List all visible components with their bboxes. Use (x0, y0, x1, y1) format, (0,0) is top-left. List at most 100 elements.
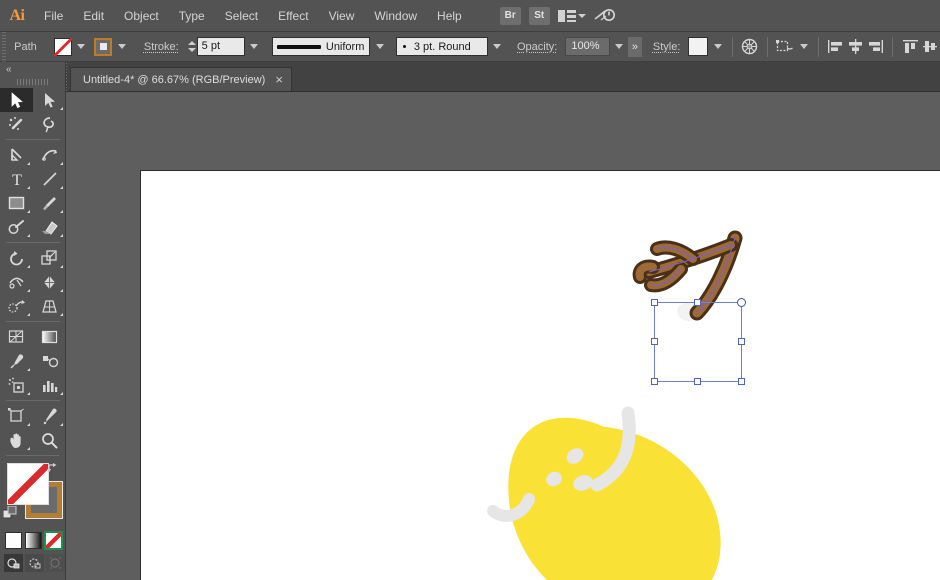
transform-icon[interactable] (775, 37, 795, 57)
brush-preview-icon (402, 45, 406, 48)
menu-help[interactable]: Help (427, 0, 472, 32)
none-button[interactable] (44, 531, 63, 550)
menu-effect[interactable]: Effect (268, 0, 318, 32)
stroke-weight-input[interactable]: 5 pt (196, 37, 245, 56)
type-tool[interactable]: T (0, 167, 33, 191)
opacity-input[interactable]: 100% (565, 37, 610, 56)
stroke-weight-label[interactable]: Stroke: (144, 41, 179, 53)
pen-tool[interactable] (0, 143, 33, 167)
shaper-tool[interactable] (0, 215, 33, 239)
fill-swatch[interactable] (53, 37, 73, 56)
style-label[interactable]: Style: (653, 41, 681, 53)
fill-dropdown-icon[interactable] (74, 38, 88, 56)
tools-panel: « T (0, 62, 66, 580)
direct-selection-tool[interactable] (33, 88, 66, 112)
stem-group[interactable] (632, 230, 743, 321)
brush-definition-dropdown-icon[interactable] (490, 38, 504, 56)
menu-bar: Ai File Edit Object Type Select Effect V… (0, 0, 940, 32)
close-icon[interactable]: × (275, 73, 283, 86)
stroke-profile-dropdown-icon[interactable] (372, 38, 386, 56)
mesh-tool[interactable] (0, 325, 33, 349)
stroke-swatch[interactable] (93, 37, 113, 56)
selection-type-label: Path (14, 40, 37, 53)
artboard[interactable] (140, 170, 940, 580)
menu-select[interactable]: Select (215, 0, 268, 32)
eraser-tool[interactable] (33, 215, 66, 239)
curvature-tool[interactable] (33, 143, 66, 167)
fill-stroke-controls (0, 462, 65, 528)
swap-fill-stroke-icon[interactable] (46, 462, 60, 480)
menu-file[interactable]: File (34, 0, 73, 32)
toolbar-grip[interactable] (15, 76, 50, 88)
lasso-tool[interactable] (33, 112, 66, 136)
default-fill-stroke-icon[interactable] (2, 505, 17, 525)
selection-tool[interactable] (0, 88, 33, 112)
brush-definition-select[interactable]: 3 pt. Round (395, 37, 488, 56)
blend-tool[interactable] (33, 349, 66, 373)
align-top-icon[interactable] (900, 37, 920, 57)
rectangle-tool[interactable] (0, 191, 33, 215)
illustrator-window: Ai File Edit Object Type Select Effect V… (0, 0, 940, 580)
control-bar-grip[interactable] (0, 31, 9, 62)
stroke-weight-stepper[interactable] (187, 38, 197, 56)
fill-color-swatch[interactable] (8, 464, 48, 504)
transform-dropdown-icon[interactable] (796, 38, 810, 56)
collapse-toolbar-icon[interactable]: « (0, 62, 65, 76)
draw-inside-button[interactable] (46, 554, 65, 572)
stroke-dropdown-icon[interactable] (114, 38, 128, 56)
menu-type[interactable]: Type (169, 0, 215, 32)
document-tab-strip: Untitled-4* @ 66.67% (RGB/Preview) × (0, 61, 940, 92)
document-tab[interactable]: Untitled-4* @ 66.67% (RGB/Preview) × (70, 67, 292, 91)
profile-preview-icon (276, 44, 321, 49)
scale-tool[interactable] (33, 246, 66, 270)
style-dropdown-icon[interactable] (710, 38, 724, 56)
align-vertical-center-icon[interactable] (920, 37, 940, 57)
magic-wand-tool[interactable] (0, 112, 33, 136)
paintbrush-tool[interactable] (33, 191, 66, 215)
align-horizontal-center-icon[interactable] (846, 37, 866, 57)
draw-normal-button[interactable] (4, 554, 23, 572)
canvas-area[interactable] (66, 92, 940, 580)
align-left-icon[interactable] (826, 37, 846, 57)
menu-object[interactable]: Object (114, 0, 169, 32)
search-adobe-stock-icon[interactable] (594, 7, 616, 25)
menu-view[interactable]: View (319, 0, 365, 32)
slice-tool[interactable] (33, 404, 66, 428)
lemon-artwork[interactable] (141, 171, 940, 580)
gradient-button[interactable] (25, 532, 42, 549)
chevron-down-icon (577, 13, 586, 18)
hand-tool[interactable] (0, 428, 33, 452)
rotate-tool[interactable] (0, 246, 33, 270)
stroke-profile-select[interactable]: Uniform (271, 37, 371, 56)
opacity-more-button[interactable]: » (628, 36, 642, 57)
graphic-style-swatch[interactable] (688, 37, 709, 56)
eyedropper-tool[interactable] (0, 349, 33, 373)
gradient-tool[interactable] (33, 325, 66, 349)
recolor-artwork-icon[interactable] (740, 37, 760, 57)
column-graph-tool[interactable] (33, 373, 66, 397)
menu-edit[interactable]: Edit (73, 0, 114, 32)
perspective-grid-tool[interactable] (33, 294, 66, 318)
menu-window[interactable]: Window (364, 0, 427, 32)
app-logo: Ai (9, 6, 26, 24)
zoom-tool[interactable] (33, 428, 66, 452)
symbol-sprayer-tool[interactable] (0, 373, 33, 397)
tool-grid: T (0, 88, 65, 452)
line-segment-tool[interactable] (33, 167, 66, 191)
artboard-tool[interactable] (0, 404, 33, 428)
width-tool[interactable] (0, 270, 33, 294)
align-right-icon[interactable] (866, 37, 886, 57)
stroke-profile-value: Uniform (325, 40, 365, 53)
arrange-documents-icon[interactable] (557, 9, 586, 23)
stroke-weight-dropdown-icon[interactable] (247, 38, 261, 56)
color-mode-buttons (0, 528, 65, 550)
color-button[interactable] (5, 532, 22, 549)
lemon-body-path (508, 417, 721, 580)
opacity-label[interactable]: Opacity: (517, 41, 557, 53)
stock-button[interactable]: St (528, 6, 550, 25)
bridge-button[interactable]: Br (499, 6, 521, 25)
shape-builder-tool[interactable] (0, 294, 33, 318)
free-transform-tool[interactable] (33, 270, 66, 294)
opacity-dropdown-icon[interactable] (612, 38, 626, 56)
draw-behind-button[interactable] (25, 554, 44, 572)
